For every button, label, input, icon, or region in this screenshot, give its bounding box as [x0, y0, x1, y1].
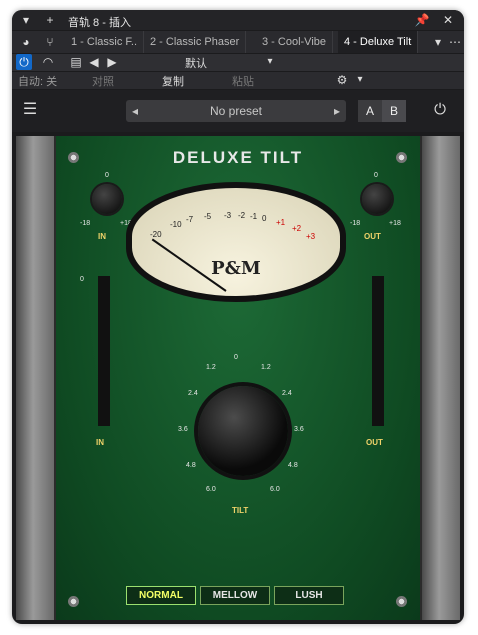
out-level-meter: [372, 276, 384, 426]
screw-icon: [68, 596, 79, 607]
vu-scale-label: -5: [204, 212, 212, 221]
plugin-header: ☰ ◂ No preset ▸ A B ⏻: [12, 90, 464, 132]
out-meter-label: OUT: [366, 438, 383, 447]
plugin-window: ▾ + 音轨 8 - 插入 📌 ✕ ◕ ⑂ 1 - Classic F.. 2 …: [12, 10, 464, 624]
a-button[interactable]: A: [358, 100, 382, 122]
more-icon[interactable]: ⋯: [447, 34, 463, 50]
list-icon[interactable]: ▤: [68, 54, 84, 70]
auto-label[interactable]: 自动: 关: [18, 73, 57, 89]
prev-icon[interactable]: ◀: [86, 54, 102, 70]
routing-icon[interactable]: ⑂: [42, 34, 58, 50]
hamburger-icon[interactable]: ☰: [22, 102, 38, 118]
out-knob-top-label: 0: [374, 172, 378, 179]
in-meter-label: IN: [96, 438, 104, 447]
meter-scale-label: 0: [80, 276, 84, 283]
pin-icon[interactable]: 📌: [414, 12, 430, 28]
vu-scale-label: -1: [250, 212, 258, 221]
vu-meter: -20 -10 -7 -5 -3 -2 -1 0 +1 +2 +3 P&M: [126, 182, 346, 302]
preset-next-icon[interactable]: ▸: [334, 100, 340, 122]
out-knob[interactable]: [362, 184, 392, 214]
tab-classic-f[interactable]: 1 - Classic F..: [65, 31, 145, 53]
left-rail: [16, 136, 54, 620]
tilt-scale-label: 2.4: [282, 390, 292, 397]
close-icon[interactable]: ✕: [440, 12, 456, 28]
window-title: 音轨 8 - 插入: [68, 17, 131, 29]
tilt-scale-label: 1.2: [206, 364, 216, 371]
vu-scale-label: -20: [150, 230, 162, 239]
tilt-scale-label: 2.4: [188, 390, 198, 397]
tilt-knob[interactable]: [198, 386, 288, 476]
preset-selector[interactable]: ◂ No preset ▸: [126, 100, 346, 122]
toolbar-secondary: 自动: 关 对照 复制 粘贴 ⚙ ▾: [12, 72, 464, 89]
meter-scale-left: 0: [80, 276, 84, 283]
in-knob-min-label: -18: [80, 220, 91, 227]
tab-classic-phaser[interactable]: 2 - Classic Phaser: [144, 31, 247, 53]
vu-scale-label: -2: [238, 211, 246, 220]
vu-scale-label: +1: [276, 218, 286, 227]
vu-scale-label: 0: [262, 214, 267, 223]
gear-dropdown-icon[interactable]: ▾: [352, 72, 368, 88]
tilt-scale-label: 1.2: [261, 364, 271, 371]
plugin-power-icon[interactable]: ⏻: [432, 102, 448, 118]
bypass-icon[interactable]: ◕: [18, 34, 34, 50]
preset-default[interactable]: 默认: [185, 55, 207, 71]
gear-icon[interactable]: ⚙: [334, 72, 350, 88]
in-level-meter: [98, 276, 110, 426]
out-knob-max-label: +18: [389, 220, 401, 227]
power-icon[interactable]: ⏻: [16, 54, 32, 70]
tab-cool-vibe[interactable]: 3 - Cool-Vibe: [256, 31, 333, 53]
vu-brand: P&M: [211, 258, 261, 279]
in-knob-top-label: 0: [105, 172, 109, 179]
tab-deluxe-tilt[interactable]: 4 - Deluxe Tilt: [338, 31, 419, 53]
vu-scale-label: -3: [224, 211, 232, 220]
toolbar: ⏻ ◠ ▤ ◀ ▶ 默认 ▾: [12, 54, 464, 71]
vu-scale-label: -7: [186, 215, 194, 224]
menu-arrow-icon[interactable]: ▾: [18, 12, 34, 28]
automation-icon[interactable]: ◠: [40, 54, 56, 70]
screw-icon: [396, 596, 407, 607]
copy-button[interactable]: 复制: [162, 73, 184, 89]
out-knob-min-label: -18: [350, 220, 361, 227]
tilt-scale-label: 4.8: [186, 462, 196, 469]
lush-button[interactable]: LUSH: [274, 586, 344, 605]
b-button[interactable]: B: [382, 100, 406, 122]
preset-prev-icon[interactable]: ◂: [132, 100, 138, 122]
tilt-scale-label: 4.8: [288, 462, 298, 469]
paste-button[interactable]: 粘贴: [232, 73, 254, 89]
in-label: IN: [98, 232, 106, 241]
plugin-panel: DELUXE TILT 0 -18 +18 IN 0 -18 +18 OUT -…: [16, 136, 460, 620]
tilt-label: TILT: [232, 506, 249, 515]
add-icon[interactable]: +: [42, 12, 58, 28]
in-knob[interactable]: [92, 184, 122, 214]
vu-scale-label: +3: [306, 232, 316, 241]
vu-scale-label: -10: [170, 220, 182, 229]
tilt-scale-label: 6.0: [206, 486, 216, 493]
preset-dropdown-icon[interactable]: ▾: [262, 54, 278, 70]
compare-button[interactable]: 对照: [92, 73, 114, 89]
tab-dropdown-icon[interactable]: ▾: [430, 34, 446, 50]
title-bar: ▾ + 音轨 8 - 插入 📌 ✕: [12, 10, 464, 30]
normal-button[interactable]: NORMAL: [126, 586, 196, 605]
tilt-scale-label: 3.6: [178, 426, 188, 433]
mellow-button[interactable]: MELLOW: [200, 586, 270, 605]
preset-name: No preset: [209, 104, 263, 118]
next-icon[interactable]: ▶: [104, 54, 120, 70]
green-faceplate: DELUXE TILT 0 -18 +18 IN 0 -18 +18 OUT -…: [56, 136, 420, 620]
out-label: OUT: [364, 232, 381, 241]
tilt-scale-label: 3.6: [294, 426, 304, 433]
plugin-tabs: ◕ ⑂ 1 - Classic F.. 2 - Classic Phaser 3…: [12, 31, 464, 53]
tilt-scale-label: 6.0: [270, 486, 280, 493]
vu-scale-label: +2: [292, 224, 302, 233]
tilt-scale-label: 0: [234, 354, 238, 361]
right-rail: [422, 136, 460, 620]
plugin-title: DELUXE TILT: [172, 148, 304, 167]
